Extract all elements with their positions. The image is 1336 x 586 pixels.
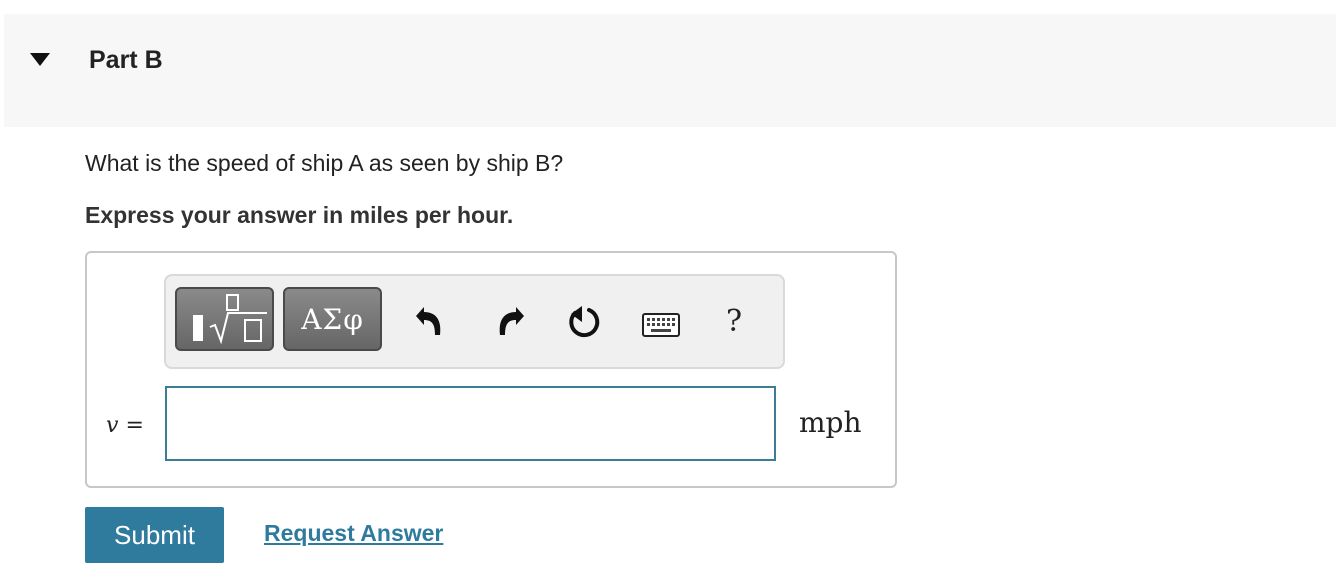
undo-icon[interactable]: [413, 304, 449, 340]
redo-icon[interactable]: [491, 304, 527, 340]
collapse-caret-icon[interactable]: [30, 53, 50, 66]
question-text: What is the speed of ship A as seen by s…: [85, 150, 564, 176]
unit-label: mph: [799, 406, 862, 439]
answer-input[interactable]: [165, 386, 776, 461]
templates-sqrt-icon: [193, 294, 267, 345]
part-title: Part B: [89, 46, 163, 74]
help-button[interactable]: ?: [726, 304, 742, 339]
variable-symbol: v: [106, 413, 119, 438]
reset-icon[interactable]: [566, 304, 602, 340]
answer-instruction: Express your answer in miles per hour.: [85, 202, 514, 228]
keyboard-icon[interactable]: [642, 313, 680, 337]
request-answer-link[interactable]: Request Answer: [264, 520, 443, 547]
templates-button[interactable]: [175, 287, 274, 351]
symbols-label: ΑΣφ: [301, 303, 364, 336]
equals-sign: =: [125, 413, 144, 438]
variable-label: v =: [106, 413, 144, 438]
part-header[interactable]: [4, 14, 1336, 127]
symbols-button[interactable]: ΑΣφ: [283, 287, 382, 351]
submit-button[interactable]: Submit: [85, 507, 224, 563]
